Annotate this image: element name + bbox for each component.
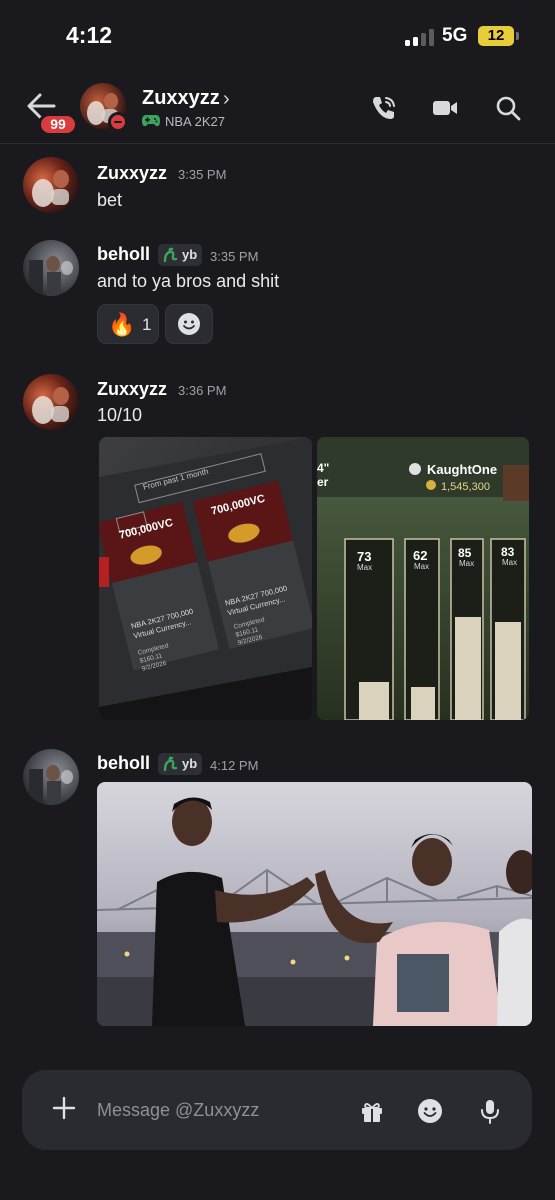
chevron-right-icon[interactable]: › (223, 88, 230, 111)
stat-value: 83 (501, 545, 515, 559)
avatar[interactable] (23, 374, 79, 430)
stat-value: 62 (413, 548, 428, 563)
message-author[interactable]: Zuxxyzz (97, 163, 167, 184)
header-username[interactable]: Zuxxyzz (142, 87, 220, 110)
gift-icon[interactable] (359, 1098, 385, 1124)
chat-header: 99 Zuxxyzz › NBA 2K27 (0, 72, 555, 142)
header-divider (0, 143, 555, 144)
user-tag-label: yb (182, 756, 198, 771)
network-type: 5G (442, 25, 468, 46)
user-tag-label: yb (182, 247, 198, 262)
video-call-icon[interactable] (431, 94, 459, 122)
message-timestamp: 4:12 PM (210, 758, 259, 773)
message-author[interactable]: Zuxxyzz (97, 379, 167, 400)
clock: 4:12 (66, 22, 113, 48)
stat-sidebar-label: 4" er (317, 461, 330, 489)
stat-max-label: Max (357, 563, 373, 572)
gamertag: KaughtOne (427, 462, 498, 477)
message-text: 10/10 (97, 405, 143, 425)
voice-call-icon[interactable] (370, 94, 398, 122)
message-author[interactable]: beholl (97, 244, 150, 265)
reaction-button[interactable]: 🔥 1 (97, 304, 159, 344)
user-tag[interactable]: yb (158, 753, 203, 775)
status-bar: 4:12 5G 12 (0, 0, 555, 70)
unread-badge: 99 (38, 113, 78, 136)
plus-icon[interactable] (52, 1096, 76, 1120)
stat-value: 73 (357, 549, 372, 564)
message-text: and to ya bros and shit (97, 271, 280, 291)
message-timestamp: 3:35 PM (210, 249, 259, 264)
stat-max-label: Max (459, 559, 475, 568)
game-controller-icon (142, 115, 160, 127)
battery-cap (516, 32, 519, 40)
fire-emoji: 🔥 (108, 312, 136, 337)
message-timestamp: 3:36 PM (178, 383, 227, 398)
message-composer (22, 1070, 532, 1150)
user-tag[interactable]: yb (158, 244, 203, 266)
image-attachment[interactable] (97, 782, 532, 1026)
vc-balance: 1,545,300 (441, 481, 490, 493)
message-timestamp: 3:35 PM (178, 167, 227, 182)
message-input[interactable] (97, 1098, 317, 1122)
message-text: bet (97, 190, 123, 210)
avatar[interactable] (23, 240, 79, 296)
tag-icon (163, 756, 178, 772)
header-activity: NBA 2K27 (165, 114, 225, 129)
battery-icon: 12 (478, 26, 514, 46)
avatar[interactable] (23, 749, 79, 805)
avatar[interactable] (23, 157, 79, 213)
microphone-icon[interactable] (477, 1098, 503, 1124)
add-reaction-button[interactable] (165, 304, 213, 344)
dnd-status-icon (108, 112, 128, 132)
emoji-icon[interactable] (417, 1098, 443, 1124)
tag-icon (163, 247, 178, 263)
image-attachment[interactable]: 4" er KaughtOne 1,545,300 73 Max 62 Max 8… (317, 437, 529, 720)
stat-max-label: Max (502, 558, 518, 567)
search-icon[interactable] (494, 94, 522, 122)
message-author[interactable]: beholl (97, 753, 150, 774)
stat-value: 85 (458, 546, 472, 560)
add-reaction-icon (178, 313, 200, 335)
image-attachment[interactable]: From past 1 month 700,000VC 700,000VC NB… (99, 437, 312, 720)
signal-strength-icon (405, 29, 437, 46)
reaction-count: 1 (142, 315, 152, 334)
stat-max-label: Max (414, 562, 430, 571)
